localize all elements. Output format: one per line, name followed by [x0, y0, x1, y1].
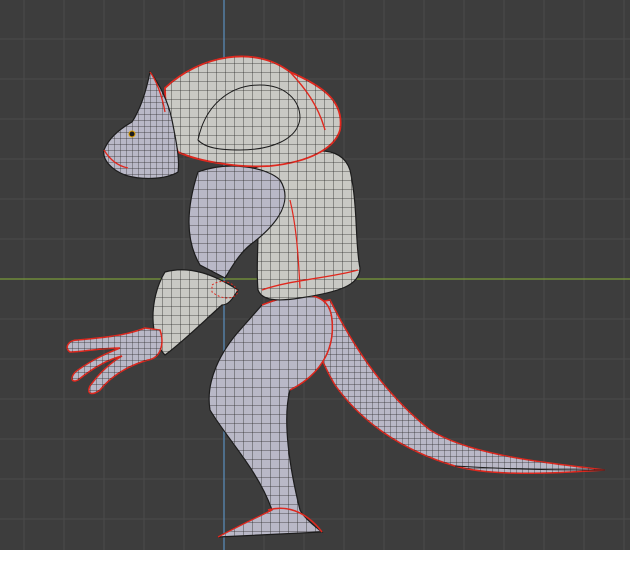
- hand-mesh[interactable]: [66, 327, 163, 395]
- shoulder-shell-mesh[interactable]: [164, 55, 342, 168]
- viewport-canvas[interactable]: [0, 0, 630, 550]
- creature-mesh[interactable]: [66, 55, 606, 538]
- 3d-viewport[interactable]: [0, 0, 630, 550]
- bottom-edge: [0, 550, 630, 563]
- tail-mesh[interactable]: [304, 299, 606, 475]
- forearm-cuff-mesh[interactable]: [152, 269, 239, 356]
- leg-mesh[interactable]: [208, 294, 334, 538]
- eye-marker: [128, 130, 136, 138]
